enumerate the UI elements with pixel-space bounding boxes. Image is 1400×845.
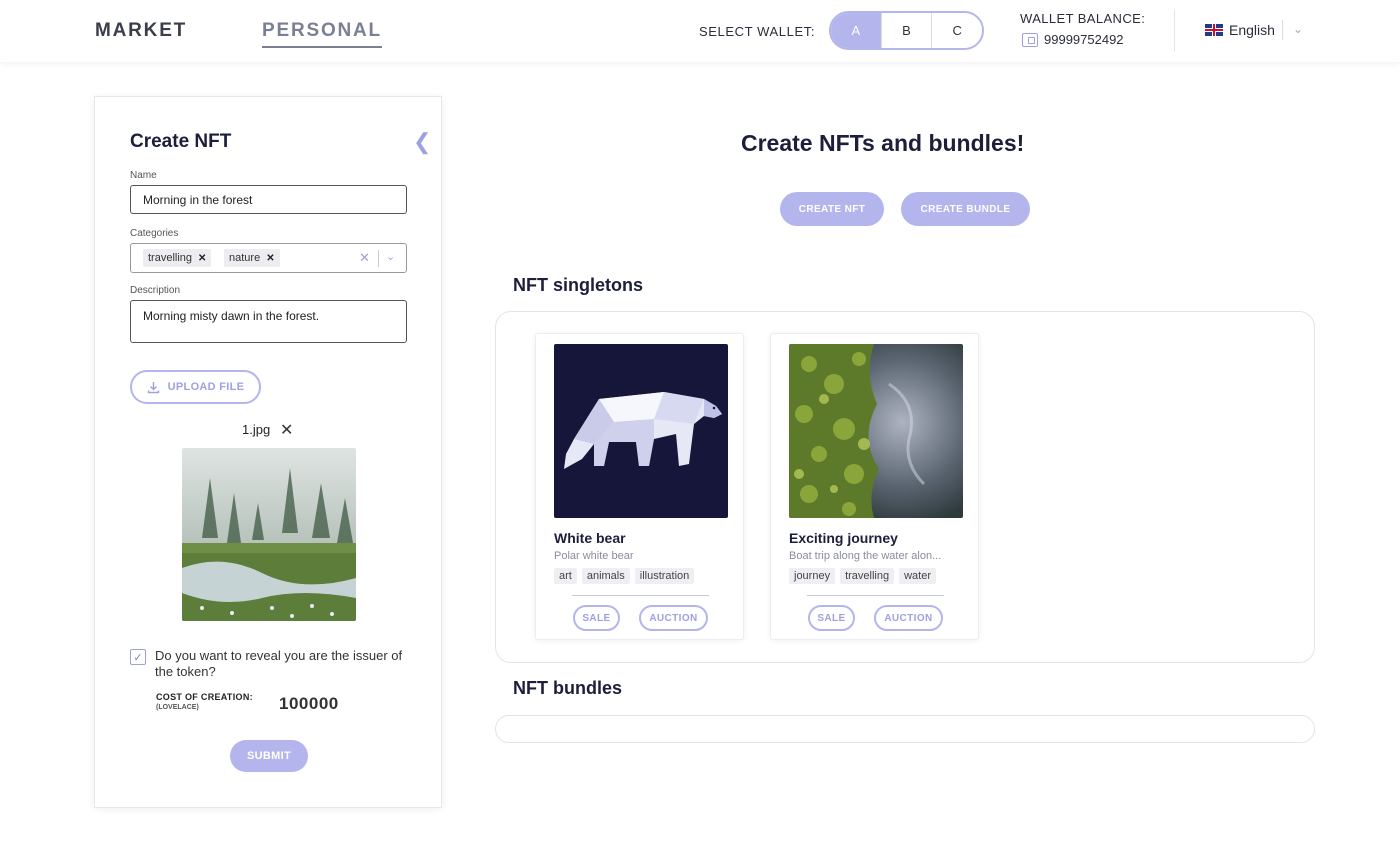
uk-flag-icon <box>1205 24 1223 36</box>
nft-title: White bear <box>554 530 626 546</box>
sale-button[interactable]: SALE <box>808 605 855 631</box>
top-header: MARKET PERSONAL SELECT WALLET: A B C WAL… <box>0 0 1400 62</box>
select-wallet-label: SELECT WALLET: <box>699 24 816 39</box>
download-icon <box>147 381 159 393</box>
create-nft-button[interactable]: CREATE NFT <box>780 192 884 226</box>
nft-tag: animals <box>581 568 630 584</box>
wallet-option-c[interactable]: C <box>931 13 982 48</box>
bundles-container <box>495 715 1315 743</box>
wallet-option-a[interactable]: A <box>831 13 881 48</box>
language-label: English <box>1229 22 1275 38</box>
card-divider <box>807 595 944 596</box>
wallet-balance-value: 99999752492 <box>1044 32 1124 47</box>
nft-tag: journey <box>789 568 836 584</box>
nft-description: Polar white bear <box>554 550 634 562</box>
wallet-balance-label: WALLET BALANCE: <box>1020 11 1146 26</box>
categories-label: Categories <box>130 228 179 239</box>
category-chip: nature ✕ <box>224 249 280 267</box>
nft-title: Exciting journey <box>789 530 898 546</box>
nft-tag: art <box>554 568 577 584</box>
nft-image <box>554 344 728 518</box>
nft-tag: illustration <box>634 568 695 584</box>
upload-file-label: UPLOAD FILE <box>167 381 245 393</box>
nft-tags: art animals illustration <box>554 568 695 584</box>
nft-tag: water <box>899 568 937 584</box>
create-nft-panel: Create NFT ❮ Name Morning in the forest … <box>94 96 442 808</box>
name-label: Name <box>130 170 157 181</box>
nft-tags: journey travelling water <box>789 568 937 584</box>
language-selector[interactable]: English <box>1205 22 1275 38</box>
wallet-balance: 99999752492 <box>1022 32 1124 47</box>
nft-tag: travelling <box>840 568 895 584</box>
category-chip-label: nature <box>229 252 261 264</box>
upload-file-button[interactable]: UPLOAD FILE <box>130 370 261 404</box>
bundles-title: NFT bundles <box>513 678 622 698</box>
chip-remove-icon[interactable]: ✕ <box>266 253 274 264</box>
wallet-option-b[interactable]: B <box>880 13 932 48</box>
categories-select[interactable]: travelling ✕ nature ✕ ✕ ⌄ <box>130 243 407 273</box>
cost-label: COST OF CREATION: <box>156 692 253 702</box>
reveal-issuer-checkbox[interactable]: ✓ <box>130 649 146 665</box>
select-separator <box>378 250 379 267</box>
wallet-icon <box>1022 32 1038 47</box>
chevron-down-icon[interactable]: ⌄ <box>1293 22 1303 36</box>
nft-card[interactable]: White bear Polar white bear art animals … <box>535 333 744 640</box>
category-chip: travelling ✕ <box>143 249 212 267</box>
description-label: Description <box>130 285 181 296</box>
name-input[interactable]: Morning in the forest <box>130 185 407 214</box>
wallet-switch: A B C <box>829 11 984 50</box>
create-bundle-button[interactable]: CREATE BUNDLE <box>901 192 1030 226</box>
uploaded-image-preview <box>182 448 356 621</box>
auction-button[interactable]: AUCTION <box>639 605 708 631</box>
auction-button[interactable]: AUCTION <box>874 605 943 631</box>
close-icon[interactable]: ✕ <box>280 420 293 440</box>
description-input[interactable]: Morning misty dawn in the forest. <box>130 300 407 343</box>
panel-title: Create NFT <box>130 131 232 152</box>
reveal-issuer-label: Do you want to reveal you are the issuer… <box>155 648 403 679</box>
singletons-title: NFT singletons <box>513 275 643 295</box>
clear-icon[interactable]: ✕ <box>359 250 370 266</box>
nav-personal[interactable]: PERSONAL <box>262 20 382 48</box>
language-separator <box>1282 20 1283 40</box>
cost-value: 100000 <box>279 694 339 713</box>
cost-unit: (LOVELACE) <box>156 704 199 711</box>
sale-button[interactable]: SALE <box>573 605 620 631</box>
chevron-left-icon[interactable]: ❮ <box>413 129 431 155</box>
nft-description: Boat trip along the water alon... <box>789 550 942 562</box>
page-title: Create NFTs and bundles! <box>741 130 1025 156</box>
nft-image <box>789 344 963 518</box>
category-chip-label: travelling <box>148 252 193 264</box>
chevron-down-icon[interactable]: ⌄ <box>386 250 395 263</box>
submit-button[interactable]: SUBMIT <box>230 740 308 772</box>
header-divider <box>1174 10 1175 52</box>
card-divider <box>572 595 709 596</box>
chip-remove-icon[interactable]: ✕ <box>198 253 206 264</box>
file-name: 1.jpg <box>242 422 271 437</box>
nav-market[interactable]: MARKET <box>95 20 187 42</box>
nft-card[interactable]: Exciting journey Boat trip along the wat… <box>770 333 979 640</box>
